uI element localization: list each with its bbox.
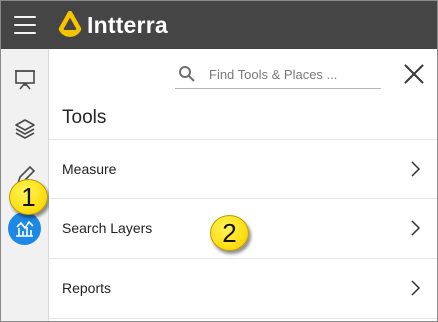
tool-item-label: Search Layers [62,220,153,236]
search-bar [175,61,381,89]
panel-title: Tools [62,107,107,128]
chevron-right-icon [411,220,421,236]
tools-chart-icon[interactable] [8,212,41,245]
tools-panel: Tools Measure Search Layers Reports [49,49,437,321]
hamburger-icon[interactable] [14,16,36,34]
app-window: Intterra 1 Find Tools & Places ... Tools… [0,0,438,322]
brand-name: Intterra [87,12,168,38]
search-icon [179,66,195,82]
intterra-logo [58,11,82,37]
close-icon[interactable] [402,62,426,86]
callout-badge-1: 1 [9,179,48,215]
layers-icon[interactable] [13,117,37,141]
tool-item-reports[interactable]: Reports [49,259,437,319]
chevron-right-icon [411,161,421,177]
presentation-icon[interactable] [13,67,37,91]
tool-item-label: Measure [62,161,117,177]
tool-item-measure[interactable]: Measure [49,139,437,199]
top-bar: Intterra [1,1,437,49]
callout-badge-2: 2 [210,215,249,251]
chevron-right-icon [411,280,421,296]
tool-item-label: Reports [62,280,112,296]
search-input[interactable] [209,64,379,84]
